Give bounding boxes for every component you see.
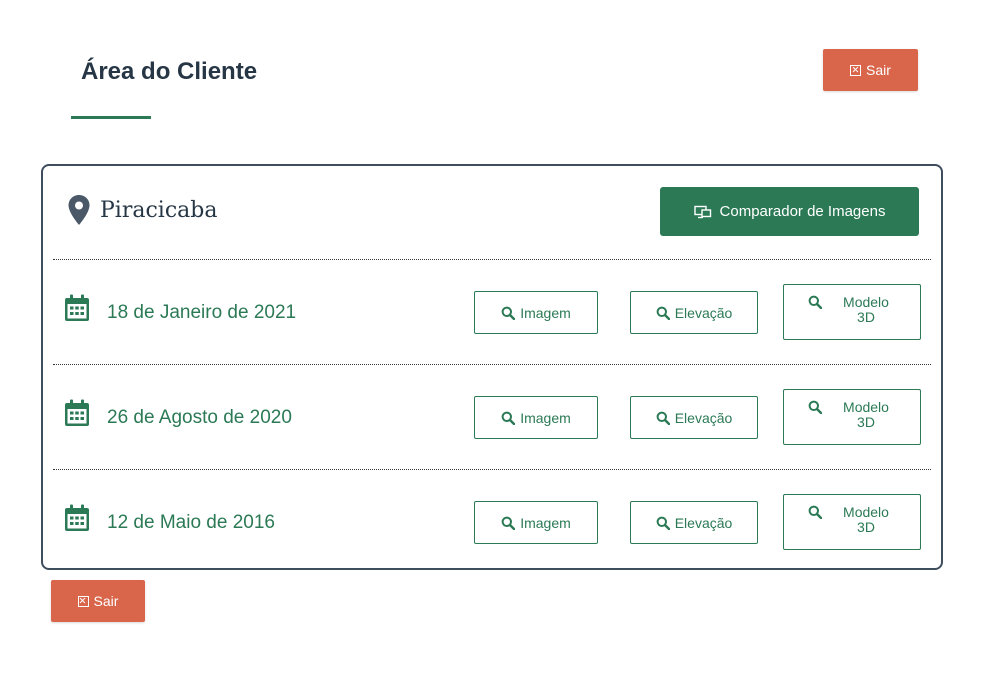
- elevation-button-label: Elevação: [674, 409, 733, 426]
- elevation-button-label: Elevação: [674, 514, 733, 531]
- date-row: 18 de Janeiro de 2021 Imagem Elevação Mo…: [43, 260, 941, 364]
- date-label: 12 de Maio de 2016: [107, 512, 275, 533]
- compare-button-label: Comparador de Imagens: [719, 203, 886, 220]
- date-label: 18 de Janeiro de 2021: [107, 302, 297, 323]
- model-3d-button[interactable]: Modelo 3D: [783, 389, 921, 445]
- calendar-icon: [65, 399, 89, 426]
- image-button-label: Imagem: [520, 514, 571, 531]
- elevation-button[interactable]: Elevação: [630, 501, 758, 544]
- magnifier-icon: [656, 516, 670, 530]
- image-comparator-button[interactable]: Comparador de Imagens: [660, 187, 919, 236]
- model-3d-button-label: Modelo 3D: [843, 504, 889, 535]
- logout-label: Sair: [866, 62, 891, 78]
- model-3d-button[interactable]: Modelo 3D: [783, 494, 921, 550]
- model-3d-button-label: Modelo 3D: [843, 399, 889, 430]
- elevation-button-label: Elevação: [674, 304, 733, 321]
- image-button-label: Imagem: [520, 304, 571, 321]
- close-box-icon: [850, 64, 862, 76]
- elevation-button[interactable]: Elevação: [630, 396, 758, 439]
- model-3d-button-label: Modelo 3D: [843, 294, 889, 325]
- elevation-button[interactable]: Elevação: [630, 291, 758, 334]
- logout-label: Sair: [93, 593, 119, 609]
- magnifier-icon: [808, 400, 822, 414]
- magnifier-icon: [656, 306, 670, 320]
- compare-screens-icon: [693, 205, 711, 218]
- model-3d-button[interactable]: Modelo 3D: [783, 284, 921, 340]
- image-button[interactable]: Imagem: [474, 291, 598, 334]
- magnifier-icon: [501, 306, 516, 320]
- magnifier-icon: [501, 516, 516, 530]
- calendar-icon: [65, 294, 89, 321]
- image-button[interactable]: Imagem: [474, 396, 598, 439]
- image-button-label: Imagem: [520, 409, 571, 426]
- title-underline: [71, 116, 151, 119]
- calendar-icon: [65, 504, 89, 531]
- logout-button-top[interactable]: Sair: [823, 49, 918, 91]
- date-row: 12 de Maio de 2016 Imagem Elevação Model…: [43, 470, 941, 574]
- magnifier-icon: [808, 295, 822, 309]
- location-card: Piracicaba Comparador de Imagens 18 de J…: [41, 164, 943, 570]
- page-title: Área do Cliente: [81, 58, 258, 85]
- date-row: 26 de Agosto de 2020 Imagem Elevação Mod…: [43, 365, 941, 469]
- location-name: Piracicaba: [100, 198, 218, 223]
- date-label: 26 de Agosto de 2020: [107, 407, 292, 428]
- magnifier-icon: [808, 505, 822, 519]
- magnifier-icon: [501, 411, 516, 425]
- logout-button-bottom[interactable]: Sair: [51, 580, 145, 622]
- image-button[interactable]: Imagem: [474, 501, 598, 544]
- map-marker-icon: [68, 195, 90, 225]
- magnifier-icon: [656, 411, 670, 425]
- close-box-icon: [77, 595, 89, 607]
